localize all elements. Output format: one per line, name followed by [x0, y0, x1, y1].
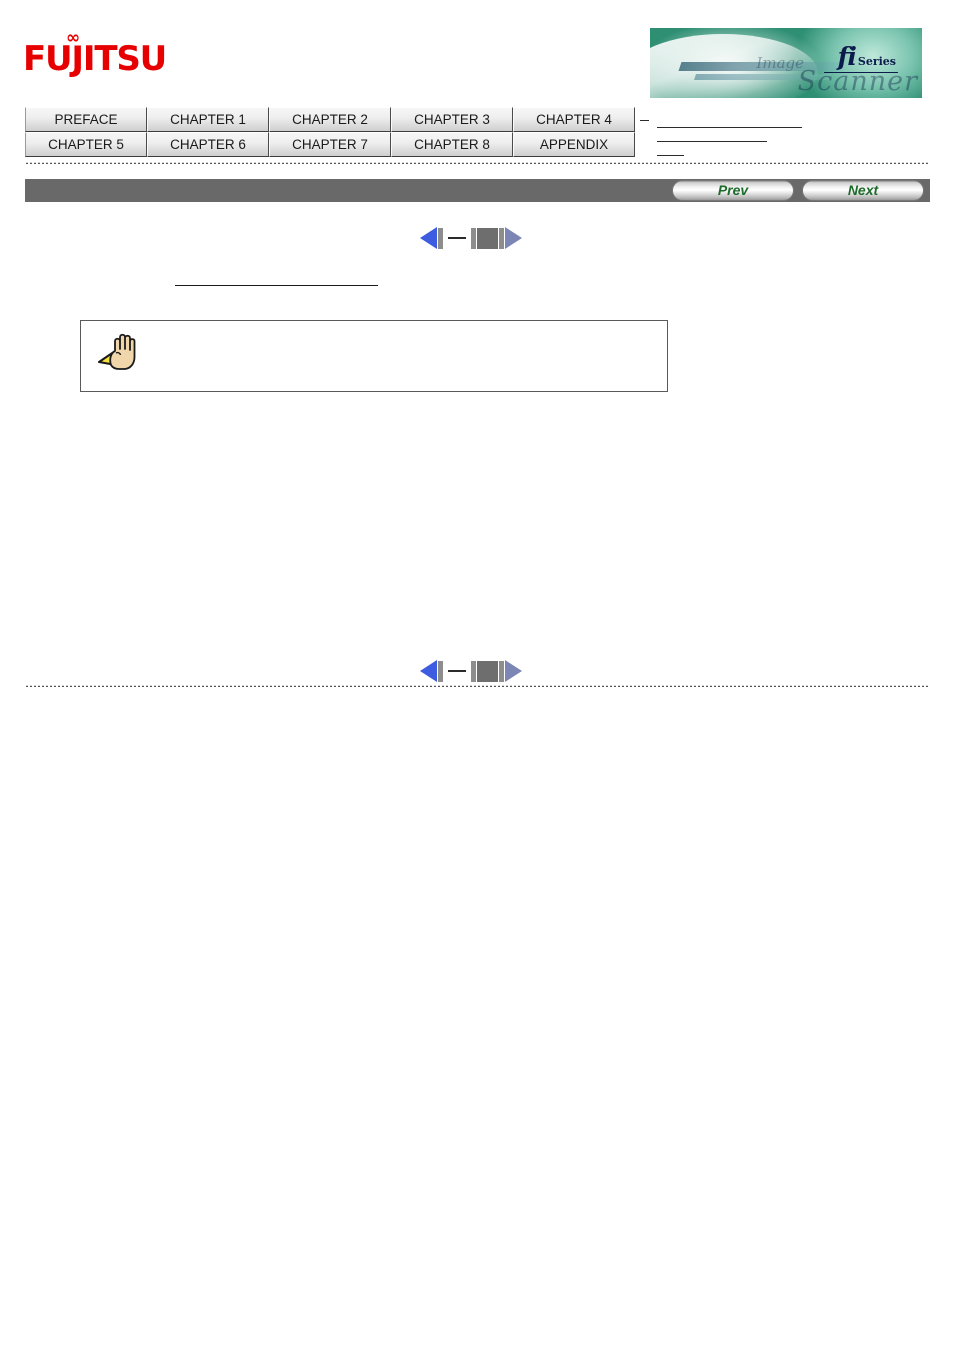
triangle-right-icon[interactable]	[505, 227, 522, 249]
tab-row-1: PREFACE CHAPTER 1 CHAPTER 2 CHAPTER 3 CH…	[25, 107, 637, 132]
navigation-toolbar: Prev Next	[25, 179, 930, 202]
bar-icon-right	[499, 227, 504, 249]
fi-text: fi	[837, 42, 857, 71]
triangle-right-icon[interactable]	[505, 660, 522, 682]
square-icon[interactable]	[477, 227, 498, 249]
dotted-separator-bottom	[25, 684, 930, 687]
next-button[interactable]: Next	[802, 180, 924, 201]
tab-chapter-4[interactable]: CHAPTER 4	[513, 107, 635, 132]
fi-mark-underline	[824, 72, 898, 73]
bar-icon-mid	[471, 227, 476, 249]
bar-icon-right	[499, 660, 504, 682]
pager-top	[420, 227, 522, 249]
tab-chapter-8[interactable]: CHAPTER 8	[391, 132, 513, 157]
bar-icon-left	[438, 660, 443, 682]
attention-box	[80, 320, 668, 392]
dash-icon	[448, 237, 466, 239]
tab-appendix[interactable]: APPENDIX	[513, 132, 635, 157]
fujitsu-logo: ∞ FUJITSU	[23, 30, 167, 84]
pager-bottom	[420, 660, 522, 682]
fi-series-mark: fi Series	[838, 42, 896, 71]
tab-row-2: CHAPTER 5 CHAPTER 6 CHAPTER 7 CHAPTER 8 …	[25, 132, 637, 157]
header-link-dash-icon	[640, 120, 649, 121]
header-link-2[interactable]	[657, 141, 767, 142]
header-link-3[interactable]	[657, 155, 684, 156]
triangle-left-icon[interactable]	[420, 227, 437, 249]
fujitsu-infinity-icon: ∞	[66, 28, 81, 48]
attention-hand-icon	[97, 329, 143, 371]
fi-series-banner: Image Scanner fi Series	[650, 28, 922, 98]
chapter-tab-nav: PREFACE CHAPTER 1 CHAPTER 2 CHAPTER 3 CH…	[25, 107, 637, 157]
tab-preface[interactable]: PREFACE	[25, 107, 147, 132]
dash-icon	[448, 670, 466, 672]
square-icon[interactable]	[477, 660, 498, 682]
page-header: ∞ FUJITSU Image Scanner fi Series	[0, 0, 954, 100]
tab-chapter-2[interactable]: CHAPTER 2	[269, 107, 391, 132]
bar-icon-mid	[471, 660, 476, 682]
tab-chapter-7[interactable]: CHAPTER 7	[269, 132, 391, 157]
tab-chapter-6[interactable]: CHAPTER 6	[147, 132, 269, 157]
tab-chapter-1[interactable]: CHAPTER 1	[147, 107, 269, 132]
triangle-left-icon[interactable]	[420, 660, 437, 682]
prev-button[interactable]: Prev	[672, 180, 794, 201]
section-link-underline[interactable]	[175, 285, 378, 286]
series-text: Series	[857, 55, 896, 68]
dotted-separator-top	[25, 161, 930, 164]
bar-icon-left	[438, 227, 443, 249]
tab-chapter-5[interactable]: CHAPTER 5	[25, 132, 147, 157]
header-link-1[interactable]	[657, 127, 802, 128]
tab-chapter-3[interactable]: CHAPTER 3	[391, 107, 513, 132]
fujitsu-wordmark: FUJITSU	[23, 39, 167, 79]
